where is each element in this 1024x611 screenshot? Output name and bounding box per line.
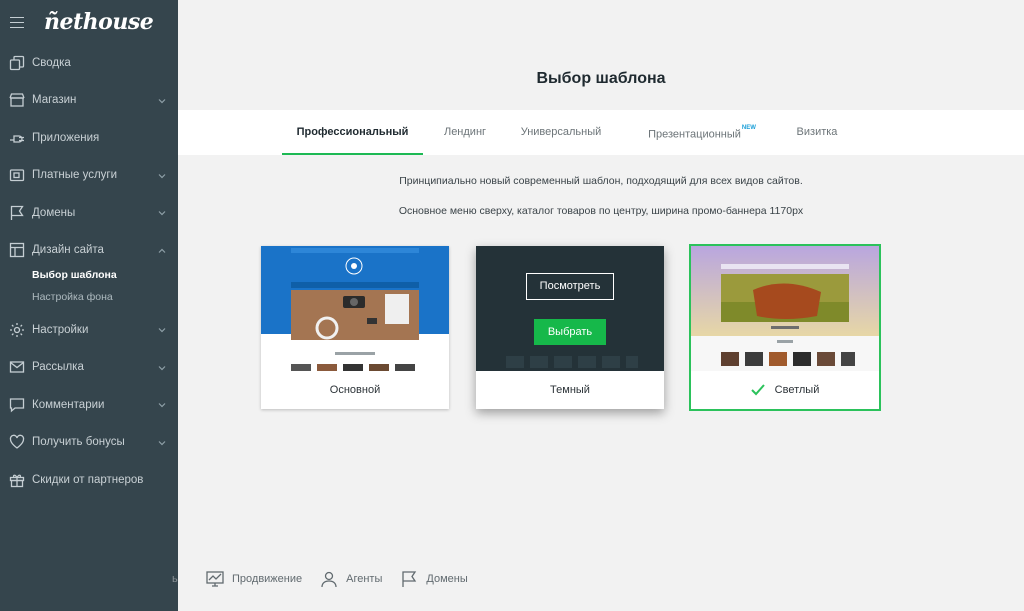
chevron-down-icon: [158, 209, 166, 217]
footer-link-domains[interactable]: Домены: [400, 570, 468, 588]
heart-icon: [9, 434, 25, 450]
sidebar-item-label: Дизайн сайта: [32, 244, 104, 257]
sidebar-item-label: Домены: [32, 206, 76, 219]
tab-label: Универсальный: [520, 126, 602, 138]
footer-link-promotion[interactable]: Продвижение: [206, 570, 302, 588]
sidebar: ñethouse Сводка Магазин Приложения Платн…: [0, 0, 178, 611]
sidebar-item-settings[interactable]: Настройки: [0, 311, 178, 349]
sidebar-item-site-design[interactable]: Дизайн сайта: [0, 232, 178, 270]
design-subnav: Выбор шаблона Настройка фона: [0, 264, 178, 308]
tab-label: Профессиональный: [296, 126, 409, 138]
chevron-down-icon: [158, 364, 166, 372]
gift-icon: [9, 472, 25, 488]
sidebar-item-label: Получить бонусы: [32, 436, 125, 449]
tab-label: Визитка: [796, 126, 838, 138]
template-description: Принципиально новый современный шаблон, …: [399, 175, 803, 187]
sidebar-item-paid-services[interactable]: Платные услуги: [0, 157, 178, 195]
new-badge: NEW: [741, 125, 756, 131]
page-title: Выбор шаблона: [536, 70, 666, 87]
copy-icon: [9, 55, 25, 71]
template-name-row: Светлый: [691, 371, 879, 409]
chevron-up-icon: [158, 247, 166, 255]
chevron-down-icon: [158, 97, 166, 105]
footer-link-label: Домены: [426, 573, 468, 585]
sidebar-item-label: Платные услуги: [32, 169, 118, 182]
sidebar-nav: Сводка Магазин Приложения Платные услуги…: [0, 44, 178, 269]
chevron-down-icon: [158, 439, 166, 447]
template-name: Светлый: [774, 384, 820, 396]
template-card-dark[interactable]: Посмотреть Выбрать Темный: [476, 246, 664, 409]
template-preview-light: [691, 246, 879, 371]
sidebar-item-label: Приложения: [32, 131, 100, 144]
user-icon: [321, 571, 337, 588]
sidebar-item-label: Настройки: [32, 323, 89, 336]
sidebar-item-comments[interactable]: Комментарии: [0, 386, 178, 424]
sidebar-item-label: Рассылка: [32, 361, 84, 374]
sidebar-item-partner-discounts[interactable]: Скидки от партнеров: [0, 461, 178, 499]
footer-link-label: Агенты: [346, 573, 383, 585]
wallet-icon: [9, 167, 25, 183]
flag-icon: [9, 205, 25, 221]
layout-icon: [9, 242, 25, 258]
chart-monitor-icon: [206, 571, 224, 587]
shop-icon: [9, 92, 25, 108]
check-icon: [750, 384, 765, 396]
tab-business-card[interactable]: Визитка: [788, 110, 846, 155]
tab-universal[interactable]: Универсальный: [515, 110, 607, 155]
logo[interactable]: ñethouse: [44, 9, 154, 35]
chevron-down-icon: [158, 172, 166, 180]
template-specs: Основное меню сверху, каталог товаров по…: [398, 205, 804, 217]
tab-landing[interactable]: Лендинг: [436, 110, 494, 155]
footer-links: ь Продвижение Агенты Домены: [172, 565, 486, 593]
sidebar-item-shop[interactable]: Магазин: [0, 82, 178, 120]
sidebar-header: ñethouse: [0, 0, 178, 44]
gear-icon: [9, 322, 25, 338]
footer-link-label: Продвижение: [232, 573, 303, 585]
tab-presentation[interactable]: ПрезентационныйNEW: [642, 110, 762, 155]
subnav-item-background-settings[interactable]: Настройка фона: [0, 286, 178, 308]
plug-icon: [9, 130, 25, 146]
template-preview-main: [261, 246, 449, 371]
choose-template-button[interactable]: Выбрать: [534, 319, 606, 345]
flag-icon: [402, 571, 417, 587]
chevron-down-icon: [158, 401, 166, 409]
footer-clipped-text: ь: [172, 573, 178, 585]
sidebar-item-summary[interactable]: Сводка: [0, 44, 178, 82]
tab-label: Лендинг: [443, 126, 487, 138]
sidebar-item-apps[interactable]: Приложения: [0, 119, 178, 157]
template-card-main[interactable]: Основной: [261, 246, 449, 409]
sidebar-item-bonuses[interactable]: Получить бонусы: [0, 424, 178, 462]
template-tabs: Профессиональный Лендинг Универсальный П…: [178, 110, 1024, 155]
menu-icon[interactable]: [10, 16, 24, 28]
template-name: Основной: [329, 384, 381, 396]
sidebar-item-label: Комментарии: [32, 398, 105, 411]
tab-label: Презентационный: [648, 128, 741, 141]
sidebar-item-mailing[interactable]: Рассылка: [0, 349, 178, 387]
comment-icon: [9, 397, 25, 413]
chevron-down-icon: [158, 326, 166, 334]
sidebar-item-label: Сводка: [32, 56, 71, 69]
template-card-light[interactable]: Светлый: [689, 244, 881, 411]
sidebar-nav-lower: Настройки Рассылка Комментарии Получить …: [0, 311, 178, 499]
sidebar-item-label: Магазин: [32, 94, 77, 107]
tab-professional[interactable]: Профессиональный: [282, 110, 423, 155]
main-content: Выбор шаблона Профессиональный Лендинг У…: [172, 0, 1024, 611]
footer-link-agents[interactable]: Агенты: [320, 570, 382, 588]
template-name: Темный: [550, 384, 590, 396]
view-template-button[interactable]: Посмотреть: [526, 273, 614, 300]
envelope-icon: [9, 359, 25, 375]
template-preview-dark: Посмотреть Выбрать: [476, 246, 664, 371]
sidebar-item-domains[interactable]: Домены: [0, 194, 178, 232]
sidebar-item-label: Скидки от партнеров: [32, 473, 144, 486]
